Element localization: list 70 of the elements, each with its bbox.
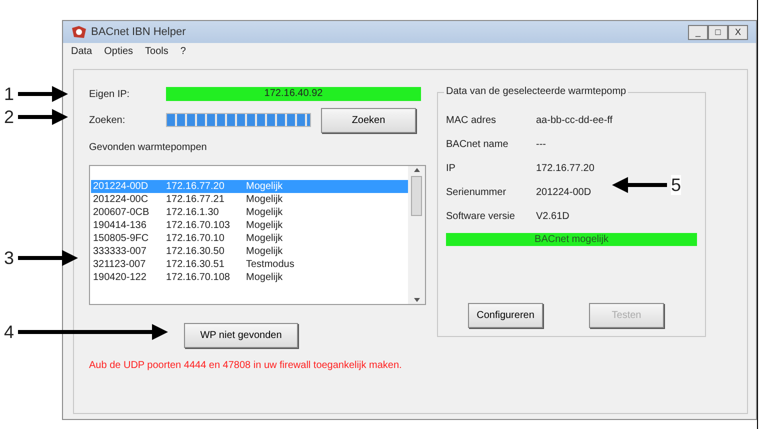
field-label: MAC adres <box>446 114 498 127</box>
arrow-icon <box>18 324 168 340</box>
list-cell-text: 172.16.70.10 <box>166 232 226 245</box>
field-label: IP <box>446 162 456 175</box>
list-cell-text: 190414-136 <box>92 219 148 232</box>
list-cell-text: 172.16.30.50 <box>166 245 226 258</box>
list-cell-text: Mogelijk <box>246 206 284 219</box>
window-title: BACnet IBN Helper <box>91 24 186 40</box>
arrow-icon <box>18 250 78 266</box>
list-cell-text: 321123-007 <box>92 258 147 271</box>
list-cell-text: 172.16.77.21 <box>166 193 226 206</box>
field-value: 201224-00D <box>536 186 592 199</box>
arrow-icon <box>18 109 68 125</box>
list-row[interactable]: 201224-00C 172.16.77.21 Mogelijk <box>91 193 408 206</box>
list-row[interactable]: 190420-122 172.16.70.108 Mogelijk <box>91 271 408 284</box>
list-cell-text: Mogelijk <box>246 271 284 284</box>
arrow-icon <box>612 177 667 193</box>
list-cell-text: 190420-122 <box>92 271 148 284</box>
close-button[interactable]: X <box>728 24 748 40</box>
field-label: BACnet name <box>446 138 510 151</box>
warning-text: Aub de UDP poorten 4444 en 47808 in uw firewall toegankelijk maken. <box>89 359 403 373</box>
minimize-button[interactable]: _ <box>688 24 708 40</box>
list-cell-text: 172.16.70.103 <box>166 219 231 232</box>
action-button[interactable]: Zoeken <box>321 108 416 132</box>
list-cell-text: Mogelijk <box>246 193 284 206</box>
list-cell-text: Testmodus <box>246 258 296 271</box>
field-value: 172.16.77.20 <box>536 162 594 175</box>
list-row[interactable]: 321123-007 172.16.30.51 Testmodus <box>91 258 408 271</box>
menu-item[interactable]: Tools <box>145 44 168 59</box>
maximize-button[interactable]: □ <box>708 24 728 40</box>
list-cell-text: 200607-0CB <box>92 206 150 219</box>
field-value: aa-bb-cc-dd-ee-ff <box>536 114 613 127</box>
scroll-down-icon[interactable] <box>414 298 420 302</box>
action-button[interactable]: WP niet gevonden <box>184 323 298 348</box>
list-row[interactable]: 333333-007 172.16.30.50 Mogelijk <box>91 245 408 258</box>
list-cell-text: Mogelijk <box>246 180 284 193</box>
list-row[interactable]: 150805-9FC 172.16.70.10 Mogelijk <box>91 232 408 245</box>
list-cell-text: 201224-00C <box>92 193 150 206</box>
scrollbar[interactable] <box>408 166 425 304</box>
list-cell-text: 172.16.70.108 <box>166 271 231 284</box>
field-value: --- <box>536 138 546 151</box>
list-cell-text: 150805-9FC <box>92 232 150 245</box>
arrow-icon <box>18 86 68 102</box>
list-cell-text: Mogelijk <box>246 219 284 232</box>
section-title: Gevonden warmtepompen <box>89 141 208 155</box>
menu-item[interactable]: Opties <box>104 44 134 59</box>
field-label: Serienummer <box>446 186 508 199</box>
scroll-up-icon[interactable] <box>414 168 420 172</box>
field-value: V2.61D <box>536 210 570 223</box>
list-cell-text: 172.16.30.51 <box>166 258 226 271</box>
field-label: Eigen IP: <box>89 88 131 102</box>
menu-item[interactable]: ? <box>180 44 186 59</box>
list-cell-text: 333333-007 <box>92 245 148 258</box>
list-cell-text: Mogelijk <box>246 232 284 245</box>
list-cell-text: 172.16.1.30 <box>166 206 220 219</box>
list-cell-text: 172.16.77.20 <box>166 180 226 193</box>
ip-status-bar: 172.16.40.92 <box>166 87 421 101</box>
list-row[interactable]: 190414-136 172.16.70.103 Mogelijk <box>91 219 408 232</box>
list-row[interactable]: 200607-0CB 172.16.1.30 Mogelijk <box>91 206 408 219</box>
field-label: Software versie <box>446 210 516 223</box>
list-cell-text: Mogelijk <box>246 245 284 258</box>
group-title: Data van de geselecteerde warmtepomp <box>444 86 628 98</box>
callout-number: 5 <box>671 175 682 195</box>
menu-item[interactable]: Data <box>71 44 92 59</box>
scroll-thumb[interactable] <box>411 176 422 216</box>
status-bar: BACnet mogelijk <box>446 233 697 246</box>
action-button[interactable]: Configureren <box>468 303 543 328</box>
app-logo-icon <box>71 25 87 39</box>
list-cell-text: 201224-00D <box>92 180 150 193</box>
field-label: Zoeken: <box>89 114 126 128</box>
